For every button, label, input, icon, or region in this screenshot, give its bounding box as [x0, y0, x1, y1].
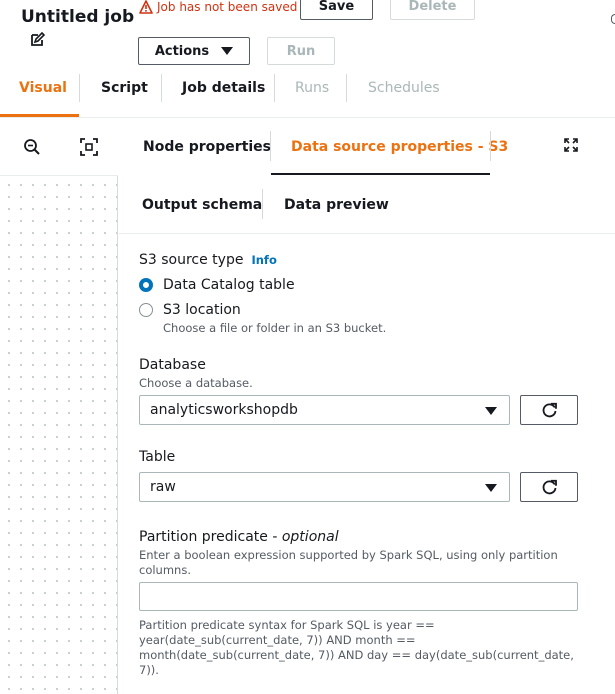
- s3-location-description: Choose a file or folder in an S3 bucket.: [163, 321, 387, 335]
- database-select[interactable]: analyticsworkshopdb: [139, 395, 510, 425]
- database-label: Database: [139, 357, 206, 373]
- caret-down-icon: [221, 47, 234, 55]
- warning-icon: [139, 0, 153, 14]
- tab-data-preview[interactable]: Data preview: [284, 197, 389, 213]
- tab-divider: [346, 74, 347, 102]
- panel-tab-divider: [490, 131, 491, 161]
- partition-predicate-text: Partition predicate -: [139, 529, 282, 545]
- tab-node-properties[interactable]: Node properties: [143, 139, 271, 155]
- panel-tab-divider: [262, 189, 263, 219]
- table-select-value: raw: [150, 479, 176, 495]
- actions-label: Actions: [154, 43, 210, 59]
- actions-button[interactable]: Actions: [138, 37, 250, 65]
- tab-runs[interactable]: Runs: [295, 80, 329, 96]
- table-label: Table: [139, 449, 176, 465]
- delete-button[interactable]: Delete: [390, 0, 475, 20]
- canvas-grid: [0, 176, 117, 694]
- info-link[interactable]: Info: [251, 253, 276, 267]
- tab-data-source-properties[interactable]: Data source properties - S3: [291, 139, 508, 155]
- canvas-toolbar: [0, 118, 118, 176]
- zoom-out-icon[interactable]: [23, 138, 41, 156]
- s3-source-type-label: S3 source type Info: [139, 252, 277, 268]
- database-select-value: analyticsworkshopdb: [150, 402, 298, 418]
- fit-to-screen-icon[interactable]: [80, 138, 98, 156]
- tab-job-details[interactable]: Job details: [182, 80, 265, 96]
- partition-predicate-hint: Partition predicate syntax for Spark SQL…: [139, 618, 574, 677]
- active-panel-tab-indicator: [271, 173, 490, 175]
- s3-source-type-text: S3 source type: [139, 252, 244, 268]
- edit-icon[interactable]: [29, 32, 45, 48]
- partition-predicate-input[interactable]: [139, 582, 578, 611]
- save-button[interactable]: Save: [300, 0, 373, 20]
- panel-divider: [119, 233, 615, 234]
- refresh-icon: [542, 479, 557, 494]
- database-description: Choose a database.: [139, 376, 253, 390]
- properties-panel: Node properties Data source properties -…: [119, 118, 615, 694]
- refresh-icon: [542, 402, 557, 417]
- active-tab-indicator: [0, 114, 79, 117]
- tab-divider: [161, 74, 162, 102]
- tab-script[interactable]: Script: [101, 80, 148, 96]
- run-button[interactable]: Run: [267, 37, 335, 65]
- radio-label-data-catalog-table: Data Catalog table: [163, 277, 295, 293]
- tab-schedules[interactable]: Schedules: [368, 80, 440, 96]
- expand-icon[interactable]: [564, 138, 578, 152]
- radio-data-catalog-table[interactable]: [139, 278, 153, 292]
- optional-label: optional: [281, 529, 339, 545]
- panel-tab-divider: [270, 131, 271, 161]
- database-refresh-button[interactable]: [520, 395, 578, 425]
- panel-edge: [611, 14, 615, 24]
- tab-output-schema[interactable]: Output schema: [142, 197, 262, 213]
- radio-label-s3-location: S3 location: [163, 302, 241, 318]
- partition-predicate-label: Partition predicate - optional: [139, 529, 339, 545]
- tab-visual[interactable]: Visual: [19, 80, 67, 96]
- unsaved-warning: Job has not been saved: [139, 0, 297, 14]
- radio-s3-location[interactable]: [139, 303, 153, 317]
- partition-predicate-description: Enter a boolean expression supported by …: [139, 548, 558, 577]
- caret-down-icon: [485, 484, 497, 492]
- visual-canvas[interactable]: [0, 118, 118, 694]
- main-tabs: Visual Script Job details Runs Schedules: [0, 64, 615, 118]
- job-title: Untitled job: [21, 7, 135, 27]
- tab-divider: [274, 74, 275, 102]
- unsaved-warning-text: Job has not been saved: [157, 0, 298, 14]
- table-select[interactable]: raw: [139, 472, 510, 502]
- caret-down-icon: [485, 407, 497, 415]
- table-refresh-button[interactable]: [520, 472, 578, 502]
- tab-divider: [79, 74, 80, 102]
